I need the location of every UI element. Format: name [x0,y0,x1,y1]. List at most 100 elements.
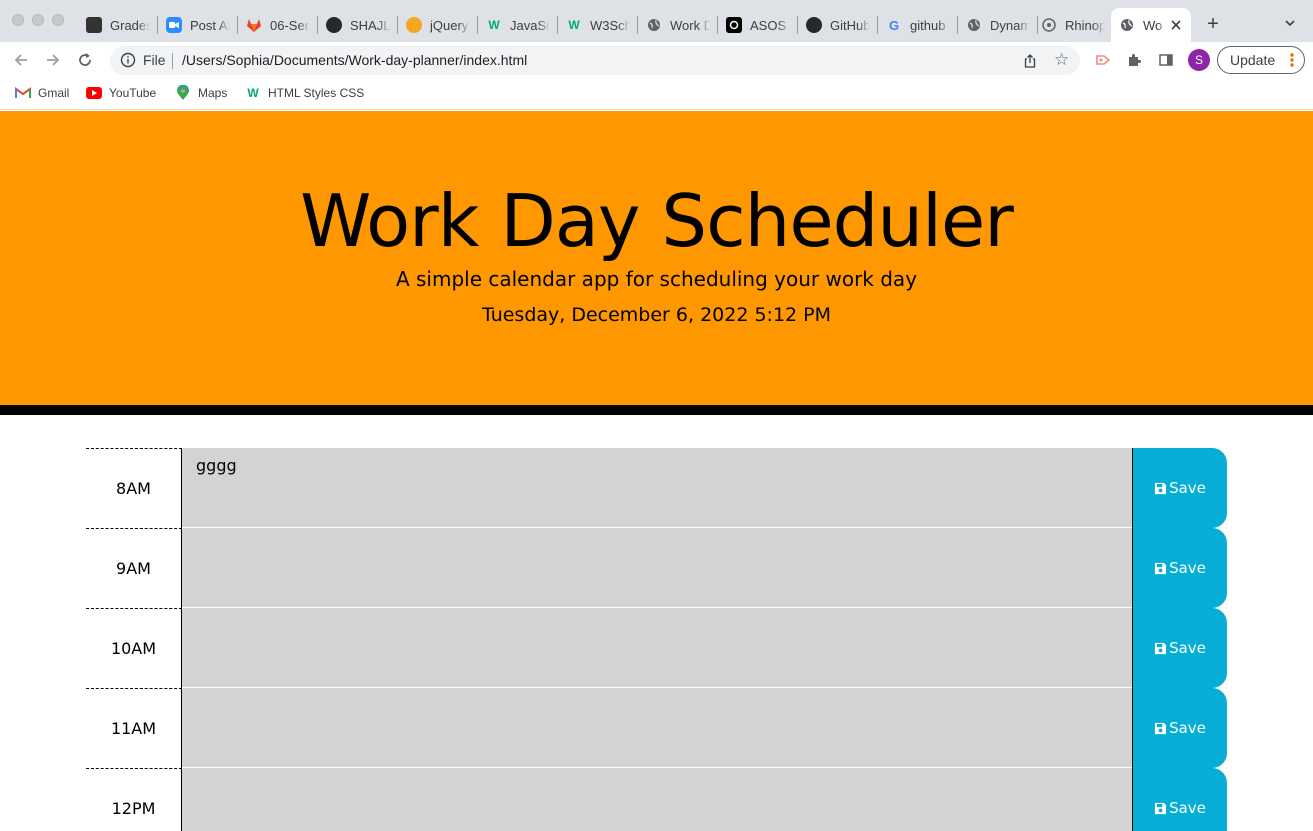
side-panel-icon[interactable] [1158,52,1174,68]
time-block-11am: 11AM Save [86,688,1227,768]
save-button[interactable]: Save [1132,608,1227,688]
bookmark-star-icon[interactable]: ☆ [1054,51,1069,69]
more-menu-icon[interactable] [1290,52,1294,68]
bookmark-label: HTML Styles CSS [268,86,365,100]
rhino-favicon-icon [1041,17,1057,33]
tab-label: Rhinop [1065,17,1105,33]
browser-toolbar: File /Users/Sophia/Documents/Work-day-pl… [0,42,1313,78]
w3schools-icon: W [247,86,259,100]
close-window-button[interactable] [12,14,24,26]
save-label: Save [1169,639,1206,657]
bookmark-label: Maps [198,86,228,100]
tab-javascript[interactable]: W JavaSc [478,8,558,42]
update-label: Update [1230,52,1276,68]
update-button[interactable]: Update [1217,46,1305,74]
save-icon [1155,802,1167,814]
chevron-down-icon[interactable] [1283,16,1297,30]
tab-label: Dynam [990,17,1030,33]
tab-label: Post At [190,17,230,33]
save-label: Save [1169,559,1206,577]
current-day: Tuesday, December 6, 2022 5:12 PM [481,304,832,326]
zoom-favicon-icon [166,17,182,33]
url-divider [172,53,173,69]
tab-label: JavaSc [510,17,550,33]
tab-github-shajl[interactable]: SHAJL [318,8,398,42]
gmail-icon [15,85,31,101]
tab-label: W3Sch [590,17,630,33]
page-title: Work Day Scheduler [300,179,1014,263]
bookmark-html-styles[interactable]: W HTML Styles CSS [245,83,364,103]
save-label: Save [1169,479,1206,497]
page-subtitle: A simple calendar app for scheduling you… [395,267,918,291]
bookmark-gmail[interactable]: Gmail [15,83,69,103]
bookmark-youtube[interactable]: YouTube [86,83,156,103]
tab-work-day-active[interactable]: Wo [1111,8,1191,42]
tab-label: Work D [670,17,710,33]
gitlab-favicon-icon [246,17,262,33]
github-favicon-icon [806,17,822,33]
close-tab-icon[interactable] [1168,17,1184,33]
tab-label: GitHub [830,17,870,33]
jumbotron-header: Work Day Scheduler A simple calendar app… [0,111,1313,415]
info-icon[interactable] [120,52,136,68]
event-description-input[interactable]: gggg [182,448,1132,528]
globe-favicon-icon [1119,17,1135,33]
w3schools-favicon-icon: W [488,18,500,32]
save-label: Save [1169,799,1206,817]
hour-label: 8AM [86,448,182,528]
hour-label: 12PM [86,768,182,831]
asos-favicon-icon [726,17,742,33]
time-block-10am: 10AM Save [86,608,1227,688]
save-button[interactable]: Save [1132,688,1227,768]
jquery-favicon-icon [406,17,422,33]
hour-label: 11AM [86,688,182,768]
bookmark-label: YouTube [109,86,157,100]
tab-zoom[interactable]: Post At [158,8,238,42]
w3schools-favicon-icon: W [568,18,580,32]
save-button[interactable]: Save [1132,768,1227,831]
globe-favicon-icon [646,17,662,33]
tab-dynamic[interactable]: Dynam [958,8,1038,42]
url-scheme: File [143,52,166,68]
time-block-9am: 9AM Save [86,528,1227,608]
profile-avatar[interactable]: S [1188,49,1210,71]
tab-google-github[interactable]: G github [878,8,958,42]
save-icon [1155,642,1167,654]
hour-label: 9AM [86,528,182,608]
tab-strip: Grades Post At 06-Ser SHAJL jQuery W Jav… [0,0,1313,42]
event-description-input[interactable] [182,528,1132,608]
address-bar[interactable]: File /Users/Sophia/Documents/Work-day-pl… [110,46,1080,75]
tab-github[interactable]: GitHub [798,8,878,42]
tab-gitlab[interactable]: 06-Ser [238,8,318,42]
tab-label: 06-Ser [270,17,310,33]
bookmark-maps[interactable]: Maps [175,83,227,103]
save-icon [1155,562,1167,574]
youtube-icon [86,85,102,101]
minimize-window-button[interactable] [32,14,44,26]
save-button[interactable]: Save [1132,448,1227,528]
cast-extension-icon[interactable] [1095,52,1111,68]
hour-label: 10AM [86,608,182,688]
new-tab-button[interactable]: + [1203,14,1223,34]
event-description-input[interactable] [182,688,1132,768]
event-description-input[interactable] [182,608,1132,688]
share-icon[interactable] [1022,53,1038,69]
grades-favicon-icon [86,17,102,33]
tab-jquery[interactable]: jQuery [398,8,478,42]
extensions-puzzle-icon[interactable] [1126,52,1142,68]
tab-work-day[interactable]: Work D [638,8,718,42]
tab-grades[interactable]: Grades [78,8,158,42]
event-description-input[interactable] [182,768,1132,831]
save-button[interactable]: Save [1132,528,1227,608]
maximize-window-button[interactable] [52,14,64,26]
url-text[interactable]: /Users/Sophia/Documents/Work-day-planner… [182,52,527,68]
tab-asos[interactable]: ASOS [718,8,798,42]
tab-rhino[interactable]: Rhinop [1033,8,1111,42]
tab-w3schools[interactable]: W W3Sch [558,8,638,42]
back-arrow-icon[interactable] [11,50,31,70]
bookmark-label: Gmail [38,86,70,100]
github-favicon-icon [326,17,342,33]
forward-arrow-icon[interactable] [43,50,63,70]
tab-label: jQuery [430,17,469,33]
reload-icon[interactable] [75,50,95,70]
